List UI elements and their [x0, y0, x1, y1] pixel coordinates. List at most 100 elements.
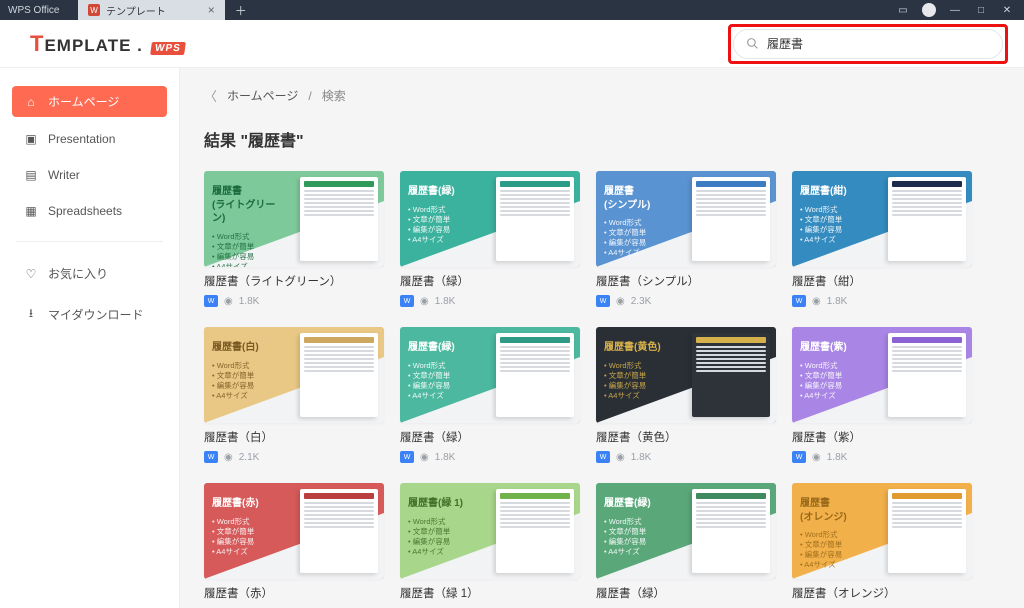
doc-type-badge: W [204, 451, 218, 463]
views-count: 2.3K [631, 296, 652, 307]
template-thumb: 履歴書(緑) Word形式文章が簡単編集が容易A4サイズ [400, 327, 580, 423]
template-card[interactable]: 履歴書(赤) Word形式文章が簡単編集が容易A4サイズ 履歴書（赤） [204, 483, 384, 601]
card-title: 履歴書（ライトグリーン） [204, 273, 384, 289]
card-title: 履歴書（緑） [400, 429, 580, 445]
window-close-icon[interactable]: ✕ [1000, 5, 1014, 16]
views-count: 1.8K [435, 296, 456, 307]
doc-preview [692, 177, 770, 261]
views-icon: ◉ [616, 296, 625, 307]
app-label: WPS Office [0, 0, 78, 20]
card-title: 履歴書（紺） [792, 273, 972, 289]
template-card[interactable]: 履歴書(緑 1) Word形式文章が簡単編集が容易A4サイズ 履歴書（緑 1） [400, 483, 580, 601]
sidebar-item-3[interactable]: ▦Spreadsheets [12, 197, 167, 225]
window-controls: ▭ — □ ✕ [896, 0, 1024, 20]
new-tab-button[interactable]: ＋ [225, 0, 257, 20]
sidebar-item-label: Writer [48, 168, 80, 182]
doc-preview [300, 489, 378, 573]
breadcrumb-back-icon[interactable]: 〈 [204, 86, 217, 105]
logo-dot: . [137, 36, 143, 55]
template-card[interactable]: 履歴書(緑) Word形式文章が簡単編集が容易A4サイズ 履歴書（緑） W ◉ … [400, 327, 580, 463]
card-title: 履歴書（緑） [400, 273, 580, 289]
views-icon: ◉ [812, 452, 821, 463]
thumb-label: 履歴書(黄色) Word形式文章が簡単編集が容易A4サイズ [604, 341, 680, 401]
sidebar: ⌂ホームページ ▣ Presentation ▤ Writer ▦Spreadsheets… [0, 68, 180, 608]
card-meta: W ◉ 1.8K [792, 451, 972, 463]
search-box[interactable] [733, 29, 1003, 59]
template-card[interactable]: 履歴書(紺) Word形式文章が簡単編集が容易A4サイズ 履歴書（紺） W ◉ … [792, 171, 972, 307]
doc-preview [300, 177, 378, 261]
breadcrumb-sep: / [308, 89, 311, 103]
template-thumb: 履歴書(緑) Word形式文章が簡単編集が容易A4サイズ [596, 483, 776, 579]
card-meta: W ◉ 1.8K [792, 295, 972, 307]
template-thumb: 履歴書(シンプル) Word形式文章が簡単編集が容易A4サイズ [596, 171, 776, 267]
breadcrumb: 〈 ホームページ / 検索 [204, 86, 1000, 105]
card-title: 履歴書（紫） [792, 429, 972, 445]
search-input[interactable] [767, 37, 990, 51]
breadcrumb-home[interactable]: ホームページ [227, 87, 298, 104]
template-card[interactable]: 履歴書(緑) Word形式文章が簡単編集が容易A4サイズ 履歴書（緑） W ◉ … [400, 171, 580, 307]
tab-app-icon: W [88, 4, 100, 16]
views-count: 2.1K [239, 452, 260, 463]
titlebar: WPS Office W テンプレート × ＋ ▭ — □ ✕ [0, 0, 1024, 20]
views-icon: ◉ [616, 452, 625, 463]
thumb-label: 履歴書(緑) Word形式文章が簡単編集が容易A4サイズ [408, 341, 484, 401]
card-title: 履歴書（オレンジ） [792, 585, 972, 601]
sidebar-icon: ▣ [24, 132, 38, 146]
views-icon: ◉ [420, 296, 429, 307]
template-thumb: 履歴書(紫) Word形式文章が簡単編集が容易A4サイズ [792, 327, 972, 423]
avatar[interactable] [922, 3, 936, 17]
window-screenshot-icon[interactable]: ▭ [896, 5, 910, 16]
sidebar-icon: ▦ [24, 204, 38, 218]
thumb-label: 履歴書(白) Word形式文章が簡単編集が容易A4サイズ [212, 341, 288, 401]
doc-preview [888, 489, 966, 573]
thumb-label: 履歴書(緑) Word形式文章が簡単編集が容易A4サイズ [604, 497, 680, 557]
card-meta: W ◉ 2.1K [204, 451, 384, 463]
card-title: 履歴書（シンプル） [596, 273, 776, 289]
views-count: 1.8K [827, 296, 848, 307]
card-title: 履歴書（赤） [204, 585, 384, 601]
tab-close-icon[interactable]: × [208, 3, 215, 17]
views-count: 1.8K [631, 452, 652, 463]
doc-type-badge: W [596, 451, 610, 463]
card-meta: W ◉ 1.8K [400, 295, 580, 307]
template-grid: 履歴書(ライトグリーン) Word形式文章が簡単編集が容易A4サイズ 履歴書（ラ… [204, 171, 1000, 601]
sidebar-item-2[interactable]: ▤ Writer [12, 161, 167, 189]
doc-type-badge: W [400, 451, 414, 463]
sidebar-icon: ♡ [24, 267, 38, 281]
logo-badge: WPS [150, 42, 186, 55]
views-count: 1.8K [827, 452, 848, 463]
window-minimize-icon[interactable]: — [948, 5, 962, 16]
template-card[interactable]: 履歴書(オレンジ) Word形式文章が簡単編集が容易A4サイズ 履歴書（オレンジ… [792, 483, 972, 601]
thumb-label: 履歴書(紺) Word形式文章が簡単編集が容易A4サイズ [800, 185, 876, 245]
logo[interactable]: TEMPLATE . WPS [30, 31, 184, 57]
card-title: 履歴書（緑 1） [400, 585, 580, 601]
sidebar-icon: ⌂ [24, 95, 38, 109]
template-card[interactable]: 履歴書(紫) Word形式文章が簡単編集が容易A4サイズ 履歴書（紫） W ◉ … [792, 327, 972, 463]
sidebar-item-label: Presentation [48, 132, 115, 146]
template-thumb: 履歴書(緑) Word形式文章が簡単編集が容易A4サイズ [400, 171, 580, 267]
sidebar-item-0[interactable]: ⌂ホームページ [12, 86, 167, 117]
logo-t: T [30, 31, 44, 56]
sidebar-extra-1[interactable]: ⭳マイダウンロード [12, 297, 167, 332]
window-maximize-icon[interactable]: □ [974, 5, 988, 16]
template-thumb: 履歴書(黄色) Word形式文章が簡単編集が容易A4サイズ [596, 327, 776, 423]
doc-type-badge: W [596, 295, 610, 307]
doc-type-badge: W [400, 295, 414, 307]
card-meta: W ◉ 1.8K [204, 295, 384, 307]
template-card[interactable]: 履歴書(緑) Word形式文章が簡単編集が容易A4サイズ 履歴書（緑） [596, 483, 776, 601]
template-card[interactable]: 履歴書(シンプル) Word形式文章が簡単編集が容易A4サイズ 履歴書（シンプル… [596, 171, 776, 307]
header: TEMPLATE . WPS [0, 20, 1024, 68]
template-card[interactable]: 履歴書(黄色) Word形式文章が簡単編集が容易A4サイズ 履歴書（黄色） W … [596, 327, 776, 463]
sidebar-icon: ▤ [24, 168, 38, 182]
sidebar-item-1[interactable]: ▣ Presentation [12, 125, 167, 153]
thumb-label: 履歴書(紫) Word形式文章が簡単編集が容易A4サイズ [800, 341, 876, 401]
thumb-label: 履歴書(赤) Word形式文章が簡単編集が容易A4サイズ [212, 497, 288, 557]
template-thumb: 履歴書(緑 1) Word形式文章が簡単編集が容易A4サイズ [400, 483, 580, 579]
template-card[interactable]: 履歴書(白) Word形式文章が簡単編集が容易A4サイズ 履歴書（白） W ◉ … [204, 327, 384, 463]
views-icon: ◉ [420, 452, 429, 463]
sidebar-extra-0[interactable]: ♡お気に入り [12, 258, 167, 289]
tab-templates[interactable]: W テンプレート × [78, 0, 225, 20]
template-card[interactable]: 履歴書(ライトグリーン) Word形式文章が簡単編集が容易A4サイズ 履歴書（ラ… [204, 171, 384, 307]
thumb-label: 履歴書(ライトグリーン) Word形式文章が簡単編集が容易A4サイズ [212, 185, 288, 267]
result-title: 結果 "履歴書" [204, 127, 1000, 151]
